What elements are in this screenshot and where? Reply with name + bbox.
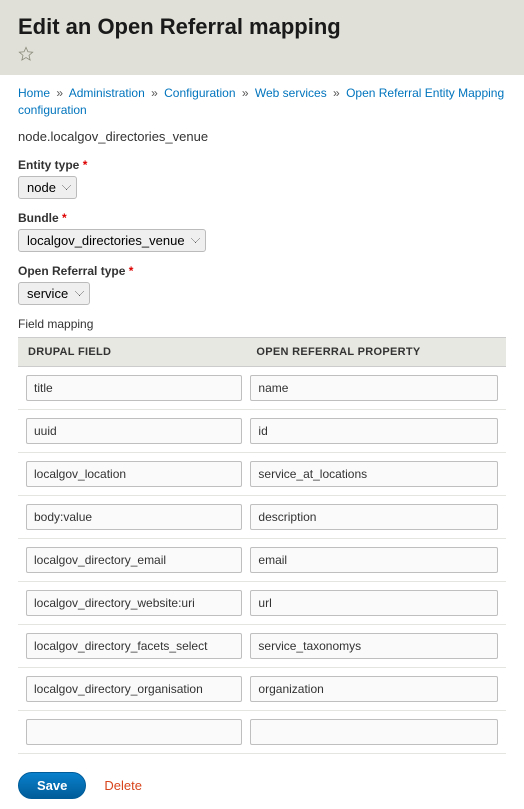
page-title: Edit an Open Referral mapping — [18, 14, 506, 40]
table-row — [18, 495, 506, 538]
delete-link[interactable]: Delete — [104, 778, 142, 793]
column-open-referral-property: OPEN REFERRAL PROPERTY — [246, 337, 506, 366]
table-row — [18, 452, 506, 495]
drupal-field-input[interactable] — [26, 676, 242, 702]
open-referral-property-input[interactable] — [250, 590, 498, 616]
table-row — [18, 624, 506, 667]
breadcrumb-web-services[interactable]: Web services — [255, 86, 327, 100]
drupal-field-input[interactable] — [26, 375, 242, 401]
breadcrumb-administration[interactable]: Administration — [69, 86, 145, 100]
open-referral-property-input[interactable] — [250, 375, 498, 401]
breadcrumb-configuration[interactable]: Configuration — [164, 86, 235, 100]
column-drupal-field: DRUPAL FIELD — [18, 337, 246, 366]
table-row — [18, 581, 506, 624]
drupal-field-input[interactable] — [26, 418, 242, 444]
table-row — [18, 538, 506, 581]
open-referral-type-label: Open Referral type * — [18, 264, 506, 278]
bundle-label: Bundle * — [18, 211, 506, 225]
machine-name: node.localgov_directories_venue — [18, 129, 506, 144]
open-referral-property-input[interactable] — [250, 547, 498, 573]
open-referral-property-input[interactable] — [250, 676, 498, 702]
drupal-field-input[interactable] — [26, 590, 242, 616]
drupal-field-input[interactable] — [26, 547, 242, 573]
open-referral-property-input[interactable] — [250, 418, 498, 444]
drupal-field-input[interactable] — [26, 719, 242, 745]
open-referral-property-input[interactable] — [250, 719, 498, 745]
open-referral-property-input[interactable] — [250, 504, 498, 530]
open-referral-type-select[interactable]: service — [18, 282, 90, 305]
star-icon[interactable] — [18, 46, 34, 62]
drupal-field-input[interactable] — [26, 504, 242, 530]
table-row — [18, 710, 506, 753]
table-row — [18, 409, 506, 452]
entity-type-label: Entity type * — [18, 158, 506, 172]
entity-type-select[interactable]: node — [18, 176, 77, 199]
breadcrumb-home[interactable]: Home — [18, 86, 50, 100]
breadcrumb: Home » Administration » Configuration » … — [18, 85, 506, 119]
open-referral-property-input[interactable] — [250, 633, 498, 659]
table-row — [18, 366, 506, 409]
open-referral-property-input[interactable] — [250, 461, 498, 487]
field-mapping-table: DRUPAL FIELD OPEN REFERRAL PROPERTY — [18, 337, 506, 754]
bundle-select[interactable]: localgov_directories_venue — [18, 229, 206, 252]
drupal-field-input[interactable] — [26, 461, 242, 487]
field-mapping-legend: Field mapping — [18, 317, 93, 331]
table-row — [18, 667, 506, 710]
drupal-field-input[interactable] — [26, 633, 242, 659]
save-button[interactable]: Save — [18, 772, 86, 799]
